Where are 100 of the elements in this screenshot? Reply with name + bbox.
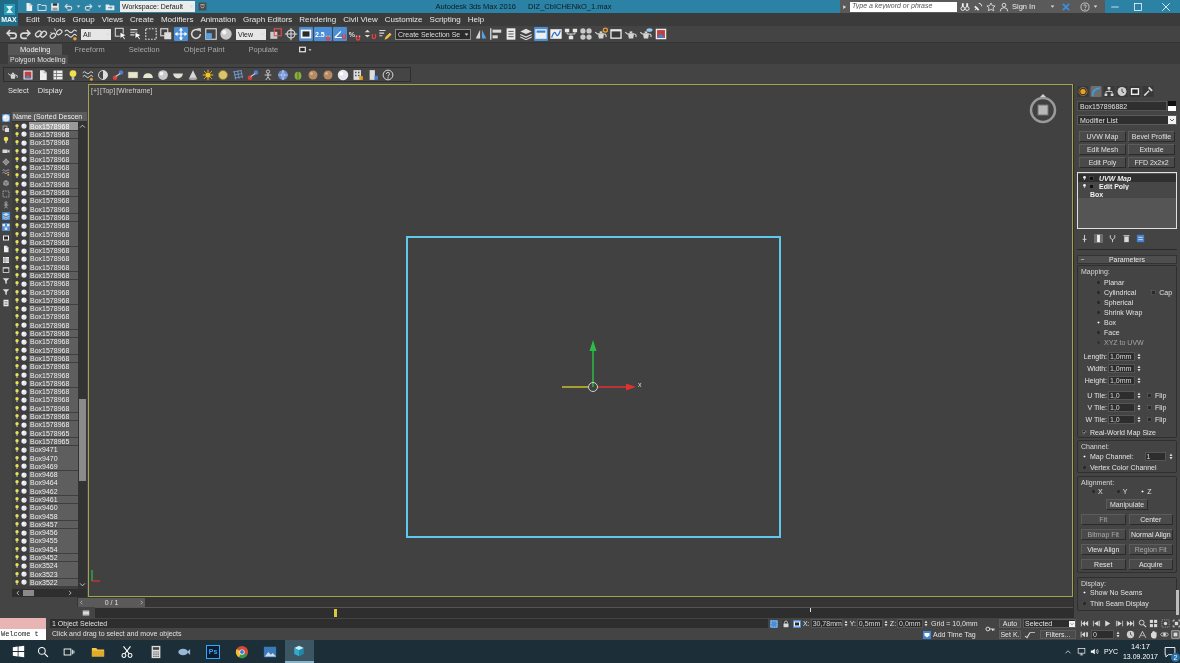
radio-button[interactable] <box>1096 309 1101 315</box>
bar-icon[interactable] <box>1094 234 1103 243</box>
light-bulb-icon[interactable] <box>14 570 20 578</box>
light-bulb-icon[interactable] <box>14 197 20 205</box>
door-icon[interactable] <box>367 68 379 81</box>
checkbox[interactable] <box>1147 416 1152 422</box>
scrollbar-thumb[interactable] <box>1176 590 1179 615</box>
light-bulb-icon[interactable] <box>14 354 20 362</box>
light-bulb-icon[interactable] <box>14 487 20 495</box>
next-frame-icon[interactable] <box>1114 619 1124 628</box>
chevron-up-icon[interactable] <box>1063 647 1072 656</box>
taskbar-button[interactable] <box>284 640 314 663</box>
rectangle-icon[interactable] <box>127 68 139 81</box>
speaker-icon[interactable] <box>1089 647 1099 656</box>
caret-icon[interactable] <box>76 4 81 9</box>
menu-item[interactable]: Scripting <box>429 15 461 24</box>
light-bulb-icon[interactable] <box>14 413 20 421</box>
light-bulb-icon[interactable] <box>14 272 20 279</box>
checkbox[interactable] <box>1151 289 1157 295</box>
scrollbar-thumb[interactable] <box>79 399 86 481</box>
maximize-viewport-icon[interactable] <box>1171 630 1180 639</box>
light-bulb-icon[interactable] <box>14 172 20 180</box>
binoculars-icon[interactable] <box>960 1 970 12</box>
connected-boxes-icon[interactable] <box>563 27 578 41</box>
radio-button[interactable] <box>1096 289 1101 295</box>
ball-icon[interactable] <box>307 68 319 81</box>
maximize-icon[interactable] <box>1133 1 1143 12</box>
light-bulb-icon[interactable] <box>14 288 20 296</box>
dashed-square-icon[interactable] <box>770 619 778 628</box>
light-bulb-icon[interactable] <box>14 255 20 263</box>
table-icon[interactable] <box>52 68 64 81</box>
caret-icon[interactable] <box>97 4 102 9</box>
zoom-icon[interactable] <box>1137 619 1147 628</box>
scroll-left-icon[interactable] <box>15 590 21 596</box>
sphere-icon[interactable] <box>157 68 169 81</box>
skip-back-icon[interactable] <box>1080 630 1089 639</box>
curve-graph-icon[interactable] <box>548 27 563 41</box>
light-bulb-icon[interactable] <box>14 147 20 155</box>
spinner-arrows-icon[interactable] <box>1137 403 1141 411</box>
lock-icon[interactable] <box>782 619 790 628</box>
user-icon[interactable] <box>999 1 1009 12</box>
document-icon[interactable] <box>37 68 49 81</box>
move-icon[interactable] <box>174 27 188 41</box>
mesh-grid-icon[interactable] <box>232 68 244 81</box>
maxscript-input-field[interactable] <box>0 618 46 629</box>
light-bulb-icon[interactable] <box>14 379 20 387</box>
key-icon[interactable] <box>984 624 995 634</box>
color-swatch[interactable] <box>1168 101 1176 111</box>
radio-button[interactable] <box>1115 489 1121 494</box>
light-bulb-icon[interactable] <box>14 346 20 354</box>
menu-item[interactable]: Animation <box>200 15 236 24</box>
light-bulb-icon[interactable] <box>14 321 20 329</box>
monitor-icon[interactable] <box>1076 647 1086 656</box>
sphere-icon[interactable] <box>337 68 349 81</box>
light-bulb-icon[interactable] <box>14 180 20 188</box>
task-view-icon[interactable] <box>62 645 75 658</box>
light-bulb-icon[interactable] <box>14 421 20 429</box>
spinner-arrows-icon[interactable] <box>843 620 848 627</box>
caret-icon[interactable] <box>1093 4 1099 9</box>
light-bulb-icon[interactable] <box>14 554 20 562</box>
light-bulb-icon[interactable] <box>14 213 20 221</box>
fork-icon[interactable] <box>1108 234 1117 243</box>
menu-item[interactable]: Edit <box>26 15 40 24</box>
align-icon[interactable] <box>488 27 503 41</box>
wave-lines-icon[interactable] <box>82 68 94 81</box>
light-bulb-icon[interactable] <box>14 338 20 346</box>
light-bulb-icon[interactable] <box>14 504 20 512</box>
light-bulb-icon[interactable] <box>14 529 20 537</box>
light-bulb-icon[interactable] <box>14 388 20 396</box>
ball-icon[interactable] <box>322 68 334 81</box>
list-cursor-icon[interactable] <box>129 27 143 41</box>
crosshair-icon[interactable] <box>2 157 10 166</box>
light-bulb-icon[interactable] <box>14 446 20 454</box>
close-icon[interactable] <box>1161 1 1171 12</box>
menu-item[interactable]: Modifiers <box>160 15 194 24</box>
teapot-gear-icon[interactable] <box>593 27 608 41</box>
monitor-icon[interactable] <box>1129 86 1141 97</box>
spinner-arrows-icon[interactable] <box>924 620 929 627</box>
scrollbar[interactable] <box>78 122 87 589</box>
hammer-icon[interactable] <box>1142 86 1154 97</box>
scrollbar-thumb[interactable] <box>23 590 34 596</box>
spinner-arrows-icon[interactable] <box>1137 364 1141 372</box>
light-bulb-icon[interactable] <box>14 247 20 255</box>
screen-icon[interactable] <box>299 27 313 41</box>
light-bulb-icon[interactable] <box>67 68 79 81</box>
hierarchy-icon[interactable] <box>1103 86 1115 97</box>
spinner-arrows-icon[interactable] <box>1137 415 1141 423</box>
cone-icon[interactable] <box>187 68 199 81</box>
spinner-arrows-icon[interactable] <box>1169 452 1173 460</box>
menu-item[interactable]: Civil View <box>343 15 378 24</box>
radio-button[interactable] <box>1082 601 1087 606</box>
light-bulb-icon[interactable] <box>14 479 20 487</box>
triangle-icon[interactable] <box>1138 630 1147 639</box>
light-bulb-icon[interactable] <box>14 404 20 412</box>
spinner-arrows-icon[interactable] <box>1116 631 1120 638</box>
menu-item[interactable]: Group <box>72 15 95 24</box>
windows-logo-icon[interactable] <box>11 645 25 658</box>
cursor-square-icon[interactable] <box>114 27 128 41</box>
menu-item[interactable]: Graph Editors <box>242 15 293 24</box>
menu-caret-icon[interactable] <box>198 2 207 11</box>
